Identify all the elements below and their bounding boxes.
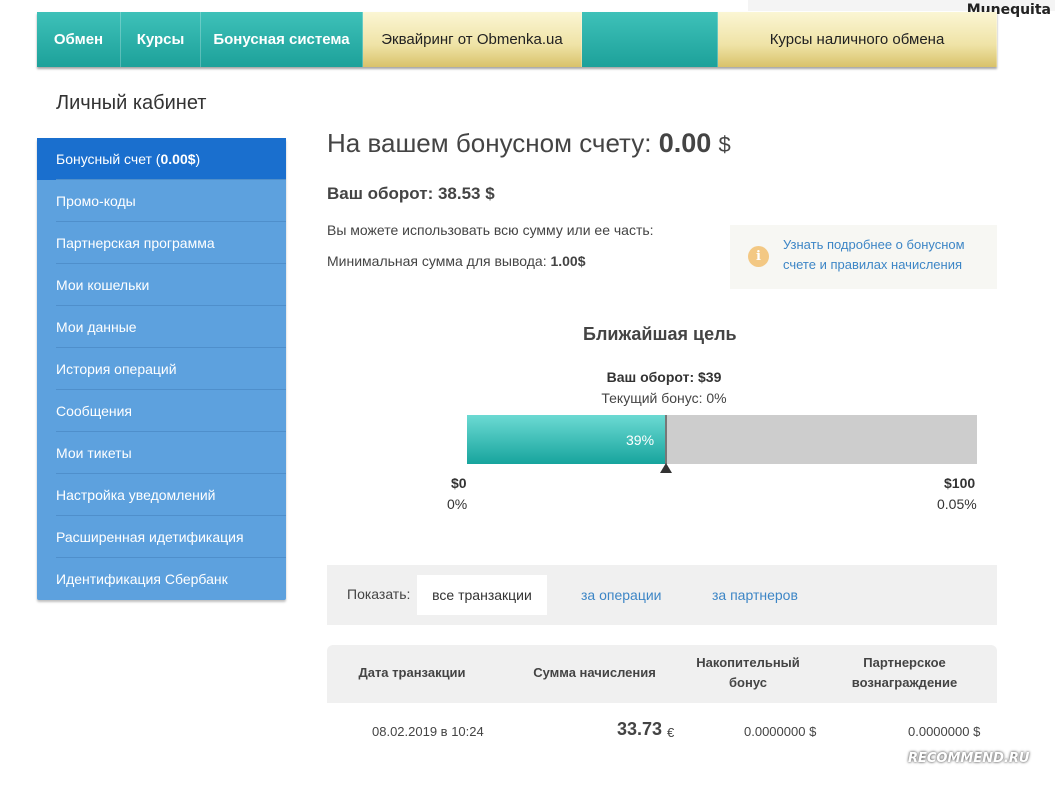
min-withdrawal-text: Минимальная сумма для вывода: 1.00$ bbox=[327, 253, 586, 269]
sidebar-item-notifications[interactable]: Настройка уведомлений bbox=[37, 474, 286, 516]
bonus-balance-currency: $ bbox=[718, 132, 731, 157]
sidebar-item-promo-codes[interactable]: Промо-коды bbox=[37, 180, 286, 222]
info-box: i Узнать подробнее о бонусном счете и пр… bbox=[730, 225, 997, 289]
bonus-balance-heading: На вашем бонусном счету: 0.00 $ bbox=[327, 128, 731, 159]
header-partner: Партнерское вознаграждение bbox=[851, 655, 958, 690]
use-amount-text: Вы можете использовать всю сумму или ее … bbox=[327, 222, 654, 238]
row-amount: 33.73 bbox=[617, 719, 663, 739]
nav-exchange[interactable]: Обмен bbox=[37, 12, 121, 67]
row-date: 08.02.2019 в 10:24 bbox=[372, 724, 484, 739]
goal-turnover-label: Ваш оборот: $39 bbox=[606, 369, 722, 385]
goal-min-amount: $0 bbox=[451, 475, 467, 491]
goal-current-bonus: Текущий бонус: 0% bbox=[601, 390, 727, 406]
min-withdrawal-value: 1.00$ bbox=[550, 253, 586, 269]
sidebar-item-partner-program[interactable]: Партнерская программа bbox=[37, 222, 286, 264]
sidebar-item-suffix: ) bbox=[195, 151, 201, 167]
goal-title: Ближайшая цель bbox=[583, 324, 737, 344]
sidebar-bonus-amount: 0.00$ bbox=[160, 151, 196, 167]
filter-operations[interactable]: за операции bbox=[581, 587, 661, 603]
row-partner: 0.0000000 $ bbox=[908, 724, 981, 739]
nav-rates[interactable]: Курсы bbox=[121, 12, 201, 67]
progress-label: 39% bbox=[626, 431, 655, 448]
goal-max-percent: 0.05% bbox=[937, 496, 977, 512]
nav-spacer bbox=[582, 12, 718, 67]
bonus-rules-link[interactable]: Узнать подробнее о бонусном счете и прав… bbox=[783, 235, 988, 275]
sidebar: Бонусный счет (0.00$) Промо-коды Партнер… bbox=[37, 138, 286, 600]
nav-acquiring[interactable]: Эквайринг от Obmenka.ua bbox=[363, 12, 582, 67]
table-header: Дата транзакции Сумма начисления Накопит… bbox=[327, 645, 997, 703]
progress-bar: 39% bbox=[467, 415, 977, 464]
page-title: Личный кабинет bbox=[56, 92, 207, 114]
sidebar-item-label: Бонусный счет ( bbox=[56, 151, 161, 167]
sidebar-item-sberbank-id[interactable]: Идентификация Сбербанк bbox=[37, 558, 286, 600]
nav-bonus-system[interactable]: Бонусная система bbox=[201, 12, 363, 67]
goal-min-percent: 0% bbox=[447, 496, 468, 512]
row-cumulative: 0.0000000 $ bbox=[744, 724, 817, 739]
goal-max-amount: $100 bbox=[944, 475, 976, 491]
header-amount: Сумма начисления bbox=[533, 665, 656, 680]
filter-partners[interactable]: за партнеров bbox=[712, 587, 798, 603]
header-date: Дата транзакции bbox=[358, 665, 466, 680]
sidebar-item-extended-id[interactable]: Расширенная идетификация bbox=[37, 516, 286, 558]
bonus-balance-label: На вашем бонусном счету: bbox=[327, 128, 652, 158]
sidebar-item-my-data[interactable]: Мои данные bbox=[37, 306, 286, 348]
sidebar-item-wallets[interactable]: Мои кошельки bbox=[37, 264, 286, 306]
transactions-table: Дата транзакции Сумма начисления Накопит… bbox=[327, 645, 997, 763]
transaction-filter: Показать: все транзакции за операции за … bbox=[327, 565, 997, 625]
filter-all-transactions[interactable]: все транзакции bbox=[417, 575, 547, 615]
progress-bar-divider bbox=[665, 415, 667, 464]
sidebar-item-messages[interactable]: Сообщения bbox=[37, 390, 286, 432]
sidebar-item-bonus-account[interactable]: Бонусный счет (0.00$) bbox=[37, 138, 286, 180]
info-icon: i bbox=[748, 246, 769, 267]
row-currency: € bbox=[667, 725, 675, 740]
turnover-text: Ваш оборот: 38.53 $ bbox=[327, 184, 495, 203]
bonus-balance-value: 0.00 bbox=[658, 128, 712, 158]
recommend-watermark: RECOMMEND.RU bbox=[908, 751, 1030, 766]
header-cumulative: Накопительный бонус bbox=[696, 655, 800, 690]
min-withdrawal-label: Минимальная сумма для вывода: bbox=[327, 253, 547, 269]
top-navigation: Обмен Курсы Бонусная система Эквайринг о… bbox=[37, 12, 997, 67]
filter-label: Показать: bbox=[347, 586, 411, 602]
table-row: 08.02.2019 в 10:24 33.73 € 0.0000000 $ 0… bbox=[327, 703, 997, 763]
progress-marker-icon bbox=[660, 463, 672, 473]
sidebar-item-history[interactable]: История операций bbox=[37, 348, 286, 390]
sidebar-item-tickets[interactable]: Мои тикеты bbox=[37, 432, 286, 474]
nav-cash-rates[interactable]: Курсы наличного обмена bbox=[718, 12, 997, 67]
